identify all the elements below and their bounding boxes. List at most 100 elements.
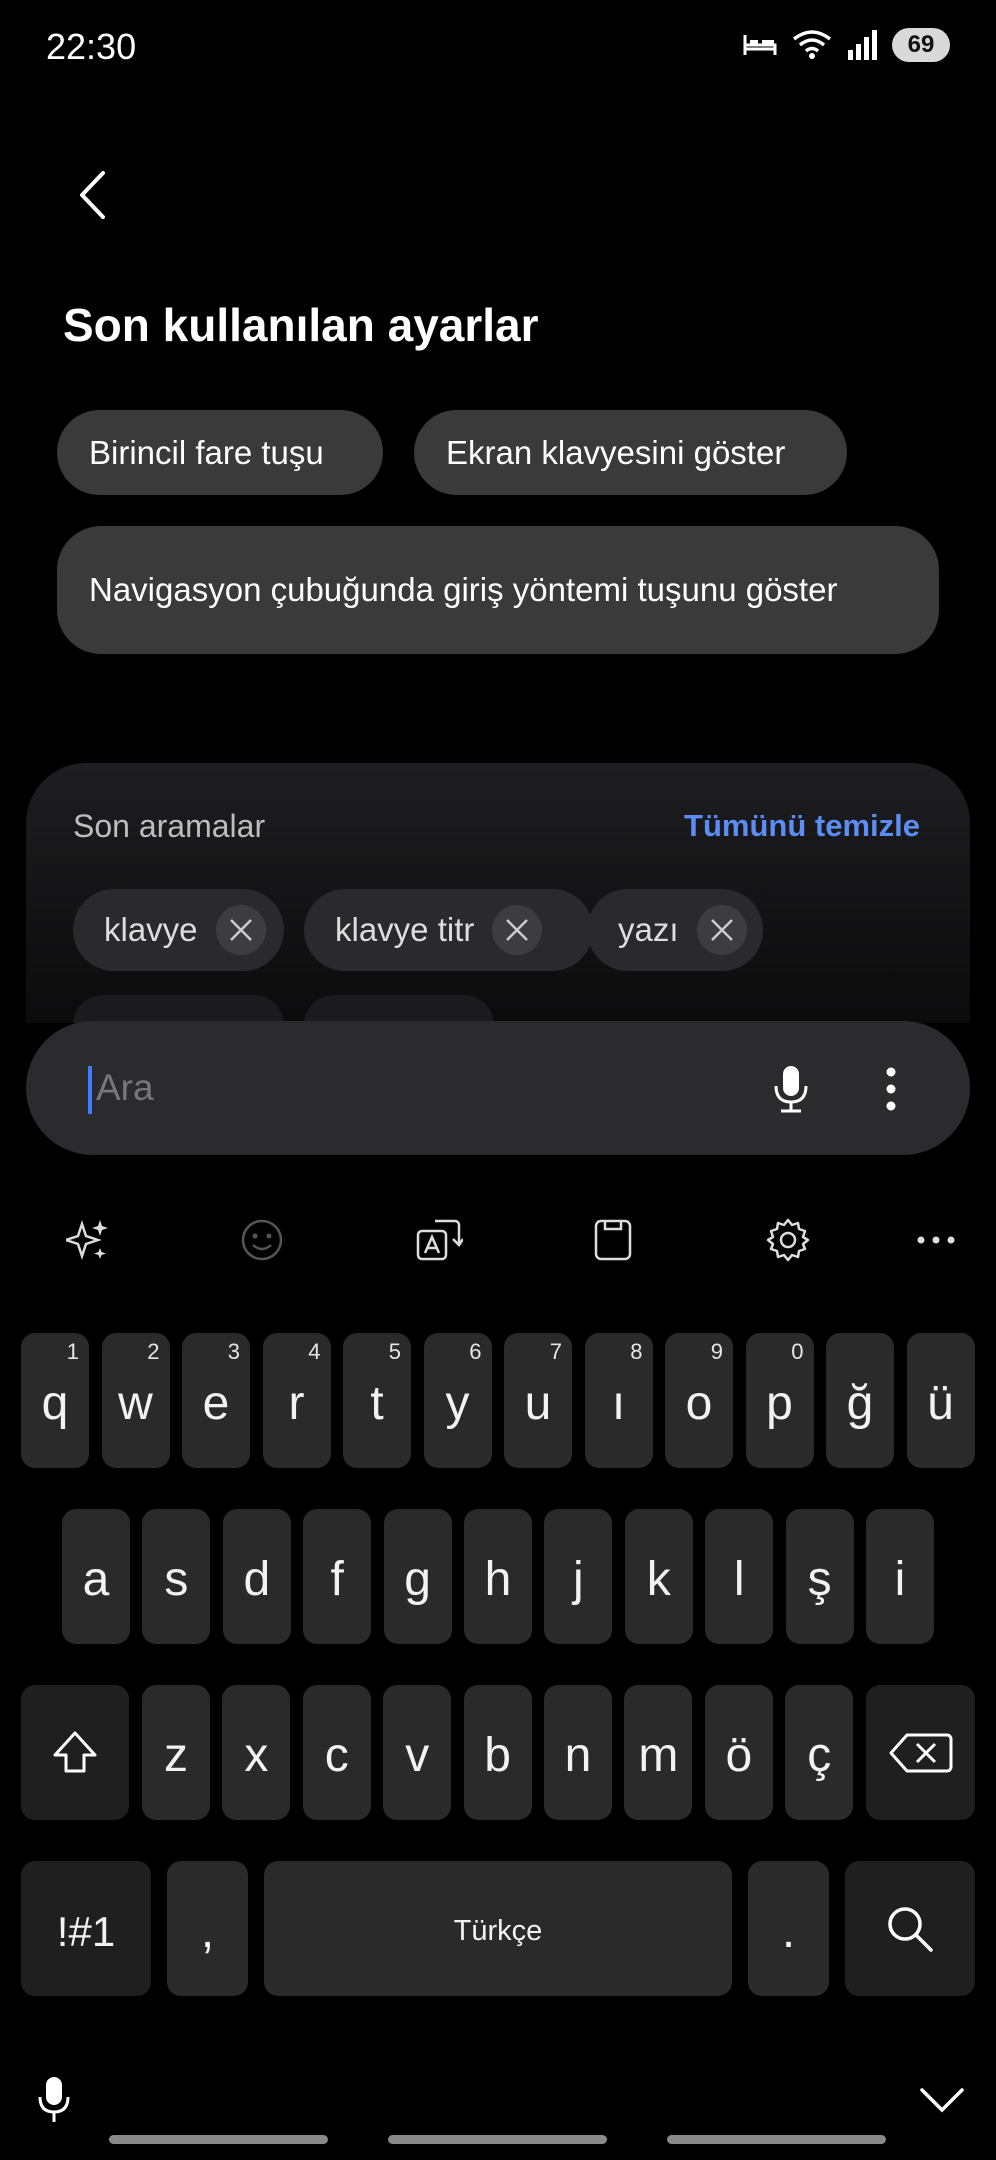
clipboard-button[interactable] (573, 1200, 653, 1280)
recent-setting-chip[interactable]: Ekran klavyesini göster (414, 410, 847, 495)
shift-key[interactable] (21, 1685, 129, 1820)
key-label: ü (927, 1377, 954, 1430)
key-label: w (118, 1377, 153, 1430)
key-e[interactable]: 3e (182, 1333, 250, 1468)
key-label: x (244, 1729, 269, 1782)
translate-button[interactable] (399, 1200, 479, 1280)
key-number-hint: 9 (710, 1339, 723, 1364)
sleep-mode-icon (743, 35, 777, 55)
key-ı[interactable]: 8ı (584, 1333, 653, 1468)
key-i[interactable]: i (866, 1509, 934, 1644)
key-ö[interactable]: ö (704, 1685, 773, 1820)
key-o[interactable]: 9o (665, 1333, 733, 1468)
key-q[interactable]: 1q (21, 1333, 89, 1468)
recent-search-chip[interactable]: klavye titr (304, 889, 593, 971)
remove-icon[interactable] (492, 905, 543, 955)
key-x[interactable]: x (222, 1685, 291, 1820)
recent-search-chip[interactable]: klavye (73, 889, 284, 971)
key-label: e (202, 1377, 230, 1430)
nav-handle (667, 2135, 886, 2144)
recent-setting-chip[interactable]: Birincil fare tuşu (57, 410, 383, 495)
key-number-hint: 3 (227, 1339, 240, 1364)
key-label: d (243, 1553, 271, 1606)
status-bar: 22:30 69 (0, 0, 996, 95)
shift-icon (53, 1731, 97, 1772)
nav-handle (109, 2135, 328, 2144)
backspace-icon (889, 1733, 952, 1772)
key-label: r (288, 1377, 305, 1430)
key-z[interactable]: z (142, 1685, 210, 1820)
section-title: Son kullanılan ayarlar (63, 299, 539, 351)
ai-sparkle-button[interactable] (48, 1200, 128, 1280)
key-label: i (894, 1553, 906, 1606)
microphone-icon (38, 2077, 70, 2122)
recent-search-chip[interactable]: yazı (587, 889, 763, 971)
more-toolbar-button[interactable] (896, 1200, 976, 1280)
period-key[interactable]: . (748, 1861, 829, 1996)
key-p[interactable]: 0p (745, 1333, 814, 1468)
more-horizontal-icon (917, 1236, 955, 1244)
key-f[interactable]: f (303, 1509, 372, 1644)
hide-keyboard-button[interactable] (917, 2080, 967, 2120)
more-options-button[interactable] (871, 1057, 911, 1121)
comma-key[interactable]: , (167, 1861, 248, 1996)
key-g[interactable]: g (383, 1509, 452, 1644)
chevron-down-icon (920, 2088, 964, 2113)
key-number-hint: 5 (388, 1339, 401, 1364)
key-r[interactable]: 4r (262, 1333, 331, 1468)
key-j[interactable]: j (544, 1509, 613, 1644)
key-label: . (781, 1905, 796, 1958)
key-number-hint: 8 (630, 1339, 643, 1364)
key-number-hint: 6 (469, 1339, 482, 1364)
keyboard-toolbar (0, 1200, 996, 1280)
microphone-icon (774, 1066, 808, 1113)
key-w[interactable]: 2w (101, 1333, 170, 1468)
key-number-hint: 4 (308, 1339, 321, 1364)
key-label: l (733, 1553, 745, 1606)
symbols-key[interactable]: !#1 (21, 1861, 151, 1996)
key-a[interactable]: a (62, 1509, 130, 1644)
key-label: f (330, 1553, 344, 1606)
key-k[interactable]: k (624, 1509, 693, 1644)
clear-all-button[interactable]: Tümünü temizle (684, 808, 920, 844)
recent-setting-chip[interactable]: Navigasyon çubuğunda giriş yöntemi tuşun… (57, 526, 939, 654)
back-button[interactable] (62, 160, 122, 230)
translate-icon (416, 1219, 463, 1261)
key-ç[interactable]: ç (785, 1685, 854, 1820)
search-key[interactable] (845, 1861, 975, 1996)
backspace-key[interactable] (866, 1685, 975, 1820)
status-icons: 69 (742, 28, 950, 62)
signal-icon (848, 30, 877, 60)
remove-icon[interactable] (696, 905, 747, 955)
key-label: t (370, 1377, 384, 1430)
key-n[interactable]: n (544, 1685, 612, 1820)
key-l[interactable]: l (705, 1509, 774, 1644)
remove-icon[interactable] (215, 905, 266, 955)
key-h[interactable]: h (464, 1509, 532, 1644)
settings-button[interactable] (748, 1200, 828, 1280)
key-d[interactable]: d (222, 1509, 291, 1644)
space-key[interactable]: Türkçe (264, 1861, 732, 1996)
key-m[interactable]: m (624, 1685, 693, 1820)
key-b[interactable]: b (463, 1685, 532, 1820)
voice-search-button[interactable] (761, 1057, 821, 1121)
search-input[interactable] (96, 1051, 696, 1125)
key-label: g (404, 1553, 431, 1606)
recent-searches-panel: Son aramalar Tümünü temizle klavye klavy… (26, 763, 970, 1023)
key-s[interactable]: s (142, 1509, 211, 1644)
key-ü[interactable]: ü (906, 1333, 975, 1468)
key-ş[interactable]: ş (785, 1509, 854, 1644)
key-c[interactable]: c (302, 1685, 371, 1820)
key-u[interactable]: 7u (504, 1333, 572, 1468)
key-ğ[interactable]: ğ (826, 1333, 894, 1468)
key-t[interactable]: 5t (343, 1333, 411, 1468)
key-y[interactable]: 6y (423, 1333, 492, 1468)
recent-search-label: klavye (104, 911, 198, 948)
emoji-button[interactable] (222, 1200, 302, 1280)
more-vertical-icon (886, 1067, 896, 1111)
key-v[interactable]: v (383, 1685, 452, 1820)
key-label: h (484, 1553, 512, 1606)
key-label: !#1 (56, 1907, 116, 1955)
voice-input-button[interactable] (34, 2070, 74, 2130)
recent-searches-title: Son aramalar (73, 808, 266, 844)
